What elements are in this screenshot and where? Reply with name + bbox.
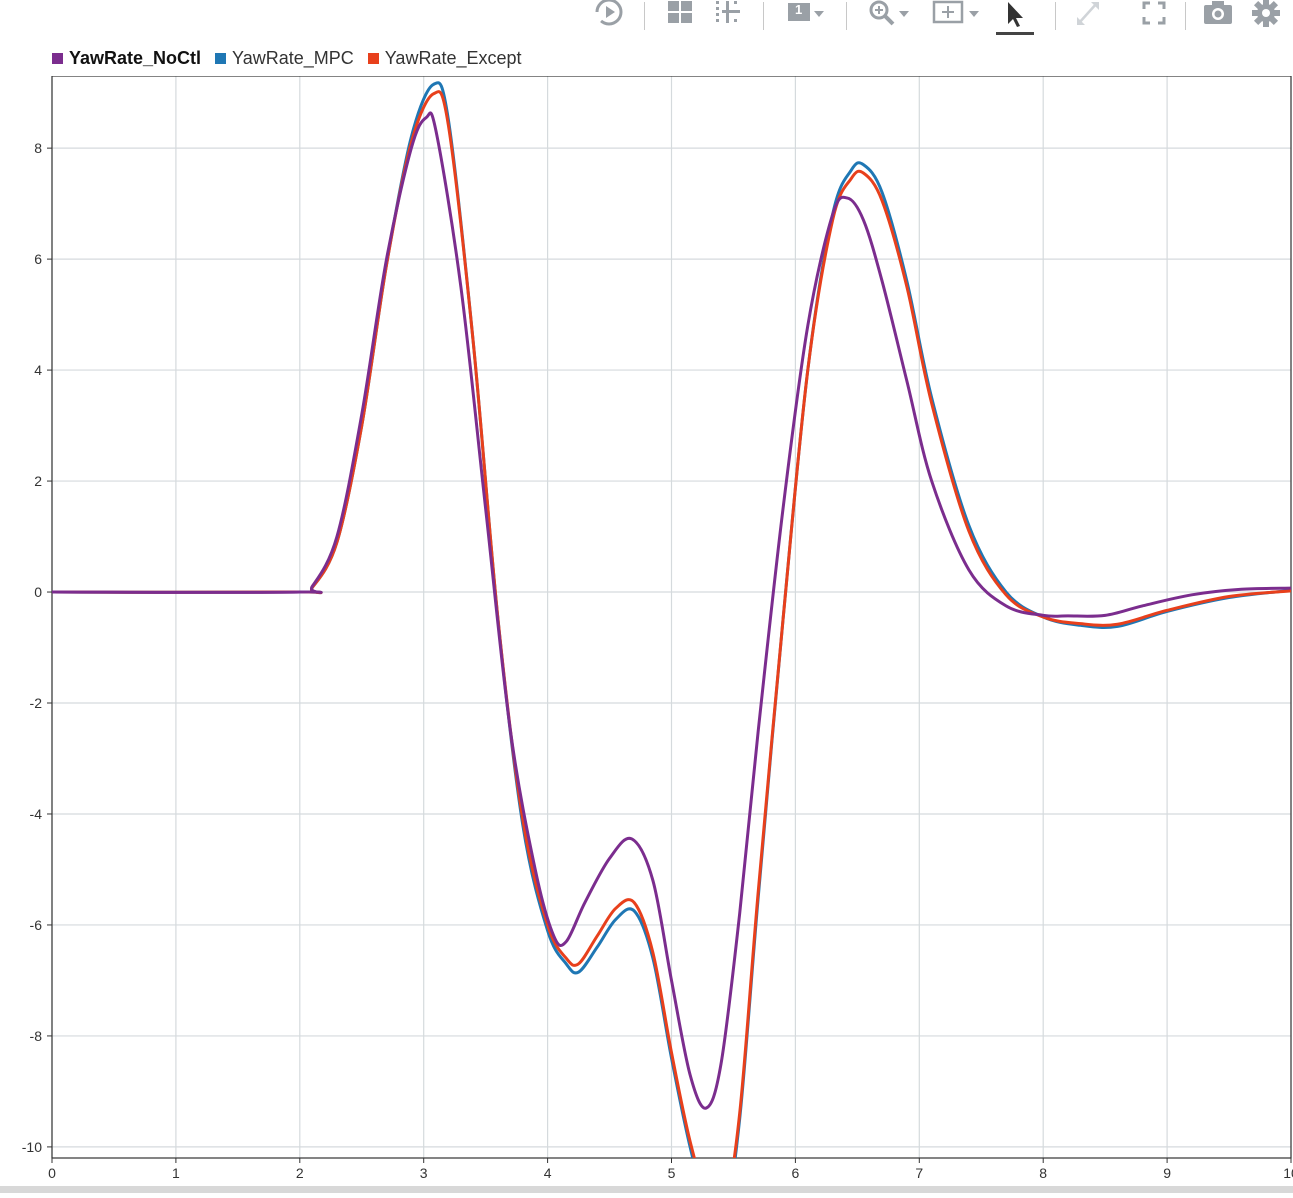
toolbar-separator <box>644 2 645 30</box>
layout-button[interactable] <box>663 0 697 30</box>
legend-swatch <box>52 52 63 64</box>
zoom-in-icon <box>867 0 897 32</box>
line-chart[interactable]: 0 1 2 3 4 5 6 7 8 9 10 -10 -8 -6 -4 -2 0 2 4 6 8 <box>0 75 1293 1193</box>
select-pointer-icon <box>1002 0 1028 33</box>
legend-label: YawRate_Except <box>384 47 522 68</box>
toolbar-separator <box>1055 2 1056 30</box>
legend-item-yawrate-mpc[interactable]: YawRate_MPC <box>215 48 354 69</box>
legend-label: YawRate_NoCtl <box>69 47 202 68</box>
legend-item-yawrate-noctl[interactable]: YawRate_NoCtl <box>52 48 201 69</box>
plot-area[interactable]: 0 1 2 3 4 5 6 7 8 9 10 -10 -8 -6 -4 -2 0 2 4 6 8 <box>0 75 1293 1193</box>
y-tick-label: -8 <box>30 1028 43 1044</box>
display-select-icon: 1 <box>786 2 812 27</box>
chevron-down-icon <box>897 6 911 24</box>
y-tick-label: 0 <box>34 584 42 600</box>
x-tick-label: 2 <box>296 1165 304 1181</box>
x-tick-label: 0 <box>48 1165 56 1181</box>
legend: YawRate_NoCtl YawRate_MPC YawRate_Except <box>52 46 522 70</box>
expand-button[interactable] <box>1070 0 1106 30</box>
select-pointer-button[interactable] <box>996 0 1034 35</box>
chevron-down-icon <box>812 6 826 24</box>
settings-button[interactable] <box>1248 0 1284 30</box>
x-tick-label: 8 <box>1039 1165 1047 1181</box>
y-tick-label: -10 <box>22 1139 42 1155</box>
chevron-down-icon <box>967 6 981 24</box>
legend-item-yawrate-except[interactable]: YawRate_Except <box>367 47 522 69</box>
bottom-status-strip <box>0 1186 1293 1193</box>
legend-swatch <box>367 52 379 64</box>
y-tick-label: -2 <box>30 695 43 711</box>
y-tick-label: -6 <box>30 917 43 933</box>
display-select-button[interactable]: 1 <box>780 0 832 30</box>
y-tick-label: 4 <box>34 362 42 378</box>
x-tick-label: 6 <box>792 1165 800 1181</box>
y-tick-label: -4 <box>30 806 43 822</box>
snapshot-button[interactable] <box>1200 0 1236 30</box>
run-simulation-button[interactable] <box>592 0 626 30</box>
fit-to-view-button[interactable] <box>926 0 986 30</box>
toolbar-separator <box>763 2 764 30</box>
x-tick-label: 10 <box>1283 1165 1293 1181</box>
y-tick-label: 2 <box>34 473 42 489</box>
y-tick-label: 8 <box>34 140 42 156</box>
x-tick-label: 1 <box>172 1165 180 1181</box>
cursor-measure-button[interactable] <box>710 0 744 30</box>
legend-label: YawRate_MPC <box>232 47 354 68</box>
display-number-label: 1 <box>795 2 803 17</box>
legend-swatch <box>215 52 227 64</box>
layout-grid-icon <box>665 0 695 32</box>
zoom-in-button[interactable] <box>864 0 914 30</box>
toolbar-separator <box>846 2 847 30</box>
x-tick-label: 3 <box>420 1165 428 1181</box>
x-tick-label: 9 <box>1163 1165 1171 1181</box>
y-tick-label: 6 <box>34 251 42 267</box>
toolbar-separator <box>1185 2 1186 30</box>
fullscreen-icon <box>1140 0 1168 32</box>
x-tick-label: 7 <box>915 1165 923 1181</box>
x-tick-label: 4 <box>544 1165 552 1181</box>
run-simulation-icon <box>593 0 625 32</box>
settings-gear-icon <box>1251 0 1281 33</box>
scope-toolbar: 1 <box>0 0 1293 36</box>
camera-icon <box>1202 0 1234 32</box>
x-tick-label: 5 <box>668 1165 676 1181</box>
fullscreen-button[interactable] <box>1136 0 1172 30</box>
expand-icon <box>1073 0 1103 32</box>
fit-to-view-icon <box>931 0 967 32</box>
cursor-measure-icon <box>712 0 742 32</box>
